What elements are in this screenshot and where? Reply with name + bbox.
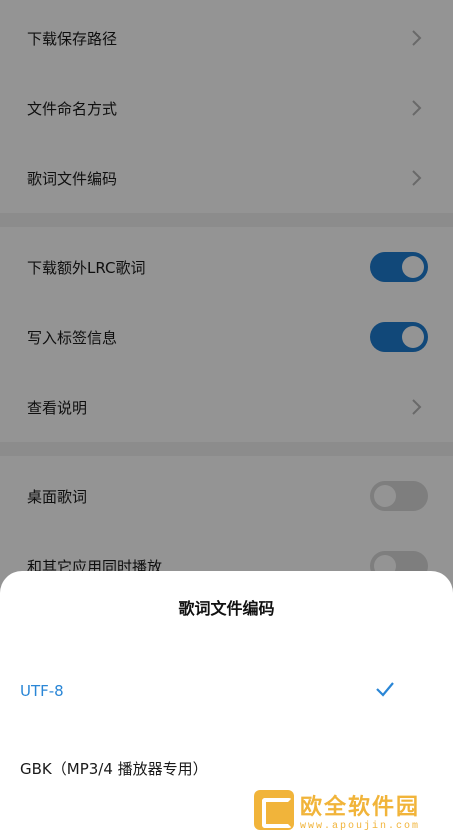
checkmark-icon xyxy=(375,681,395,701)
watermark-logo-icon xyxy=(254,790,294,830)
option-label: GBK（MP3/4 播放器专用） xyxy=(20,759,208,778)
watermark: 欧全软件园 www.apoujin.com xyxy=(254,786,453,834)
option-label: UTF-8 xyxy=(20,682,64,700)
watermark-title: 欧全软件园 xyxy=(300,794,421,820)
sheet-title: 歌词文件编码 xyxy=(178,599,275,618)
option-utf8[interactable]: UTF-8 xyxy=(0,661,453,721)
watermark-url: www.apoujin.com xyxy=(300,820,421,832)
